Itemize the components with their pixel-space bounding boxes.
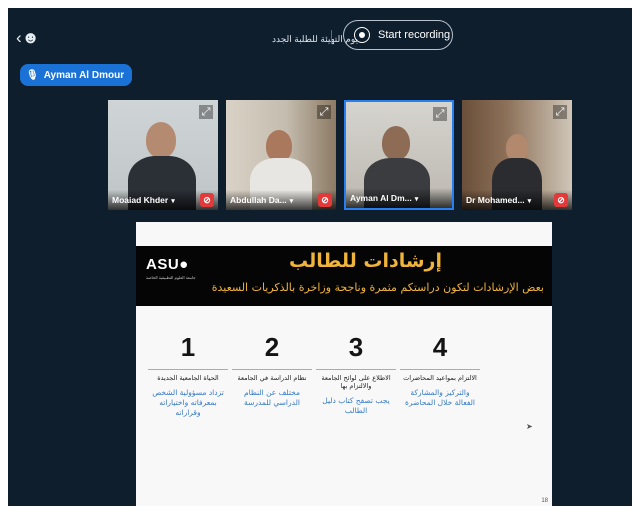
active-speaker-name: Ayman Al Dmour xyxy=(43,69,125,81)
step-body: تزداد مسؤولية الشخص بمعرفاته واختياراته … xyxy=(152,388,224,417)
step-body: والتركيز والمشاركة الفعالة خلال المحاضرة xyxy=(405,388,475,407)
people-settings-icon[interactable]: ‹☻ xyxy=(16,28,40,48)
chevron-down-icon[interactable]: ▾ xyxy=(528,198,532,205)
active-speaker-badge[interactable]: 🎙 Ayman Al Dmour xyxy=(20,64,133,86)
mouse-pointer-icon: ➤ xyxy=(526,422,533,431)
step-number: 3 xyxy=(348,332,364,362)
participant-tile[interactable]: ⤢ Abdullah Da... ▾ ⊘ xyxy=(226,100,336,210)
participant-name: Moaiad Khder xyxy=(112,195,169,205)
record-icon xyxy=(354,27,370,43)
expand-icon[interactable]: ⤢ xyxy=(199,105,213,119)
chevron-down-icon[interactable]: ▾ xyxy=(290,198,294,205)
chevron-down-icon[interactable]: ▾ xyxy=(415,196,419,203)
steps-row: 1 الحياة الجامعية الجديدة تزداد مسؤولية … xyxy=(136,332,552,452)
step-divider xyxy=(148,369,228,370)
divider xyxy=(331,30,332,44)
step-number: 1 xyxy=(180,332,196,362)
expand-icon[interactable]: ⤢ xyxy=(433,107,447,121)
step-divider xyxy=(316,369,396,370)
slide-page-number: 18 xyxy=(541,498,548,504)
expand-icon[interactable]: ⤢ xyxy=(553,105,567,119)
shared-screen-slide: ASU● جامعة العلوم التطبيقية الخاصة إرشاد… xyxy=(136,222,552,506)
participant-tile[interactable]: ⤢ Dr Mohamed... ▾ ⊘ xyxy=(462,100,572,210)
participant-strip: ⤢ Moaiad Khder▾ ⊘ ⤢ Abdullah Da...▾ ⊘ xyxy=(8,100,632,210)
participant-name-tag: Ayman Al Dm... ▾ xyxy=(346,188,452,208)
step-heading: الاطلاع على لوائح الجامعة والالتزام بها xyxy=(321,374,391,390)
muted-mic-icon: ⊘ xyxy=(554,193,568,207)
university-logo: ASU● جامعة العلوم التطبيقية الخاصة xyxy=(146,256,196,280)
step-item: 4 الالتزام بمواعيد المحاضرات والتركيز وا… xyxy=(400,332,480,408)
participant-name: Ayman Al Dm... xyxy=(350,193,412,203)
step-body: مختلف عن النظام الدراسي للمدرسة xyxy=(243,388,301,407)
logo-text: ASU xyxy=(146,256,180,273)
top-bar: ‹☻ يوم التهيئة للطلبة الجدد Start record… xyxy=(8,8,632,64)
step-heading: نظام الدراسة في الجامعة xyxy=(237,374,307,382)
slide-header: ASU● جامعة العلوم التطبيقية الخاصة إرشاد… xyxy=(136,246,552,306)
start-recording-button[interactable]: Start recording xyxy=(343,20,453,50)
meeting-title: يوم التهيئة للطلبة الجدد xyxy=(271,34,358,44)
logo-subtext: جامعة العلوم التطبيقية الخاصة xyxy=(146,275,196,280)
muted-mic-icon: ⊘ xyxy=(318,193,332,207)
step-item: 3 الاطلاع على لوائح الجامعة والالتزام به… xyxy=(316,332,396,416)
participant-name: Dr Mohamed... xyxy=(466,195,525,205)
muted-mic-icon: ⊘ xyxy=(200,193,214,207)
mic-icon: 🎙 xyxy=(26,69,39,81)
participant-name: Abdullah Da... xyxy=(230,195,287,205)
slide-title: إرشادات للطالب xyxy=(288,250,442,272)
meeting-window: ‹☻ يوم التهيئة للطلبة الجدد Start record… xyxy=(8,8,632,506)
participant-tile[interactable]: ⤢ Moaiad Khder ▾ ⊘ xyxy=(108,100,218,210)
step-heading: الحياة الجامعية الجديدة xyxy=(157,374,219,382)
step-number: 4 xyxy=(432,332,448,362)
participant-tile-active[interactable]: ⤢ Ayman Al Dm... ▾ xyxy=(344,100,454,210)
step-heading: الالتزام بمواعيد المحاضرات xyxy=(403,374,477,382)
expand-icon[interactable]: ⤢ xyxy=(317,105,331,119)
step-item: 2 نظام الدراسة في الجامعة مختلف عن النظا… xyxy=(232,332,312,408)
step-body: يجب تصفح كتاب دليل الطالب xyxy=(322,396,390,415)
step-divider xyxy=(232,369,312,370)
step-item: 1 الحياة الجامعية الجديدة تزداد مسؤولية … xyxy=(148,332,228,418)
chevron-down-icon[interactable]: ▾ xyxy=(171,198,175,205)
record-label: Start recording xyxy=(378,29,451,41)
slide-subtitle: بعض الإرشادات لتكون دراستكم مثمرة وناجحة… xyxy=(211,281,544,294)
step-number: 2 xyxy=(264,332,280,362)
step-divider xyxy=(400,369,480,370)
